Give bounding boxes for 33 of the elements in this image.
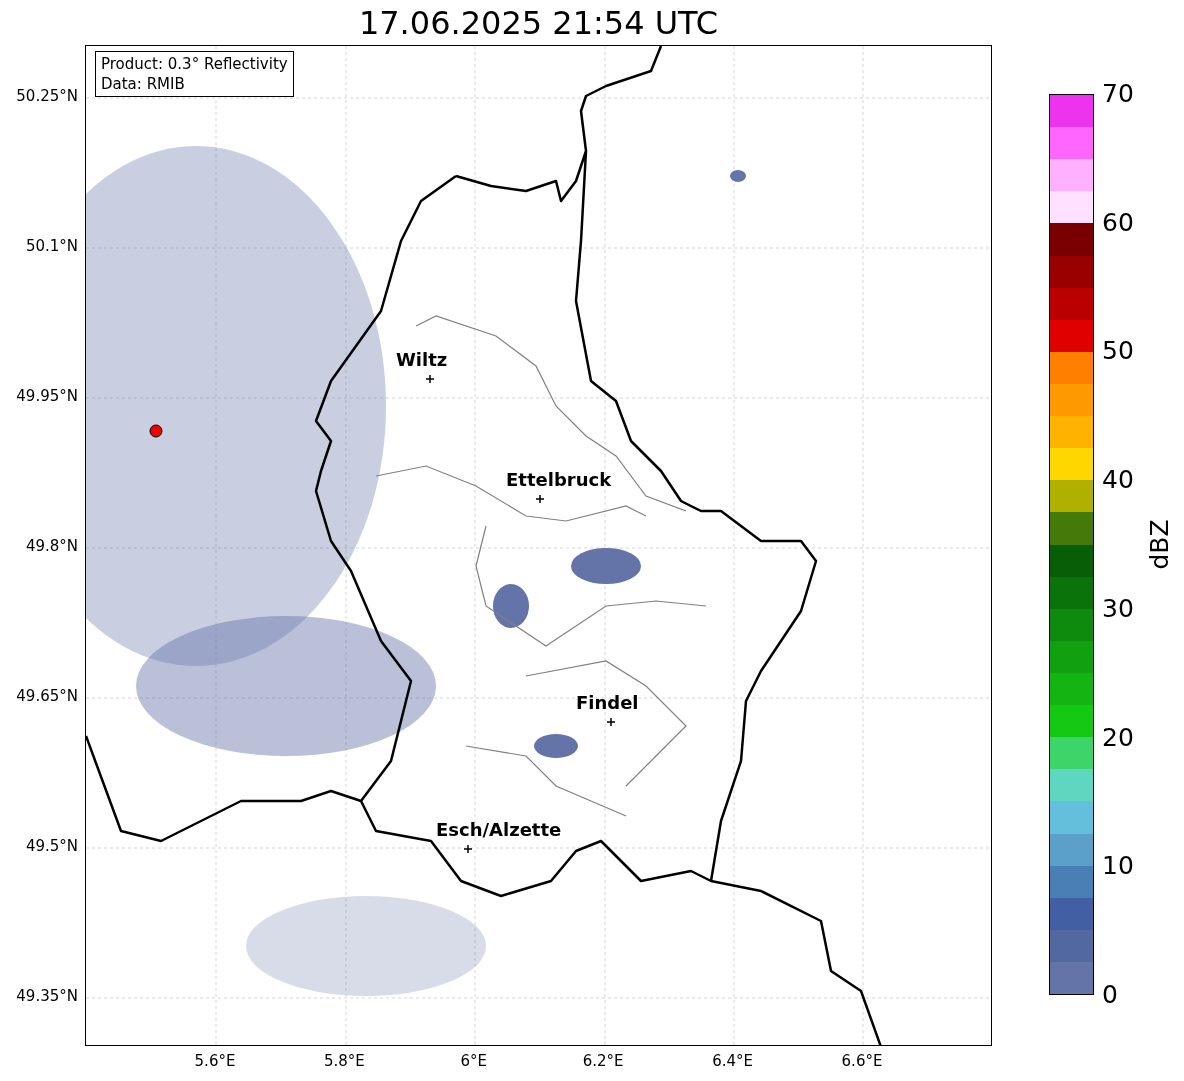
city-label: Wiltz <box>396 351 448 369</box>
city-marker-icon <box>536 495 544 503</box>
latitude-label: 50.25°N <box>16 89 78 104</box>
city-marker-icon <box>607 718 615 726</box>
city-label: Findel <box>576 694 639 712</box>
colorbar-tick-label: 10 <box>1102 853 1134 879</box>
longitude-label: 5.8°E <box>323 1054 365 1069</box>
longitude-label: 5.6°E <box>194 1054 236 1069</box>
latitude-label: 49.35°N <box>16 989 78 1004</box>
city-label: Esch/Alzette <box>436 821 562 839</box>
latitude-label: 49.65°N <box>16 689 78 704</box>
latitude-label: 50.1°N <box>25 239 78 254</box>
colorbar-tick-label: 50 <box>1102 338 1134 364</box>
longitude-label: 6.4°E <box>712 1054 753 1069</box>
latitude-label: 49.8°N <box>25 539 78 554</box>
colorbar-tick-label: 20 <box>1102 724 1134 750</box>
longitude-label: 6.6°E <box>841 1054 883 1069</box>
city-marker-icon <box>426 375 434 383</box>
longitude-label: 6°E <box>460 1054 488 1069</box>
city-marker-icon <box>464 845 472 853</box>
colorbar-tick-label: 30 <box>1102 595 1134 621</box>
info-text: Product: 0.3° Reflectivity <box>101 54 288 74</box>
colorbar-tick-label: 70 <box>1102 81 1134 106</box>
colorbar-tick-label: 0 <box>1102 982 1118 1007</box>
colorbar-label: dBZ <box>1146 519 1172 570</box>
latitude-label: 49.95°N <box>16 389 78 404</box>
info-text: Data: RMIB <box>101 74 186 94</box>
longitude-label: 6.2°E <box>582 1054 624 1069</box>
city-label: Ettelbruck <box>506 471 612 489</box>
colorbar-tick-label: 60 <box>1102 209 1134 235</box>
colorbar-tick-label: 40 <box>1102 467 1134 493</box>
latitude-label: 49.5°N <box>25 839 78 854</box>
chart-title: 17.06.2025 21:54 UTC <box>358 6 719 39</box>
